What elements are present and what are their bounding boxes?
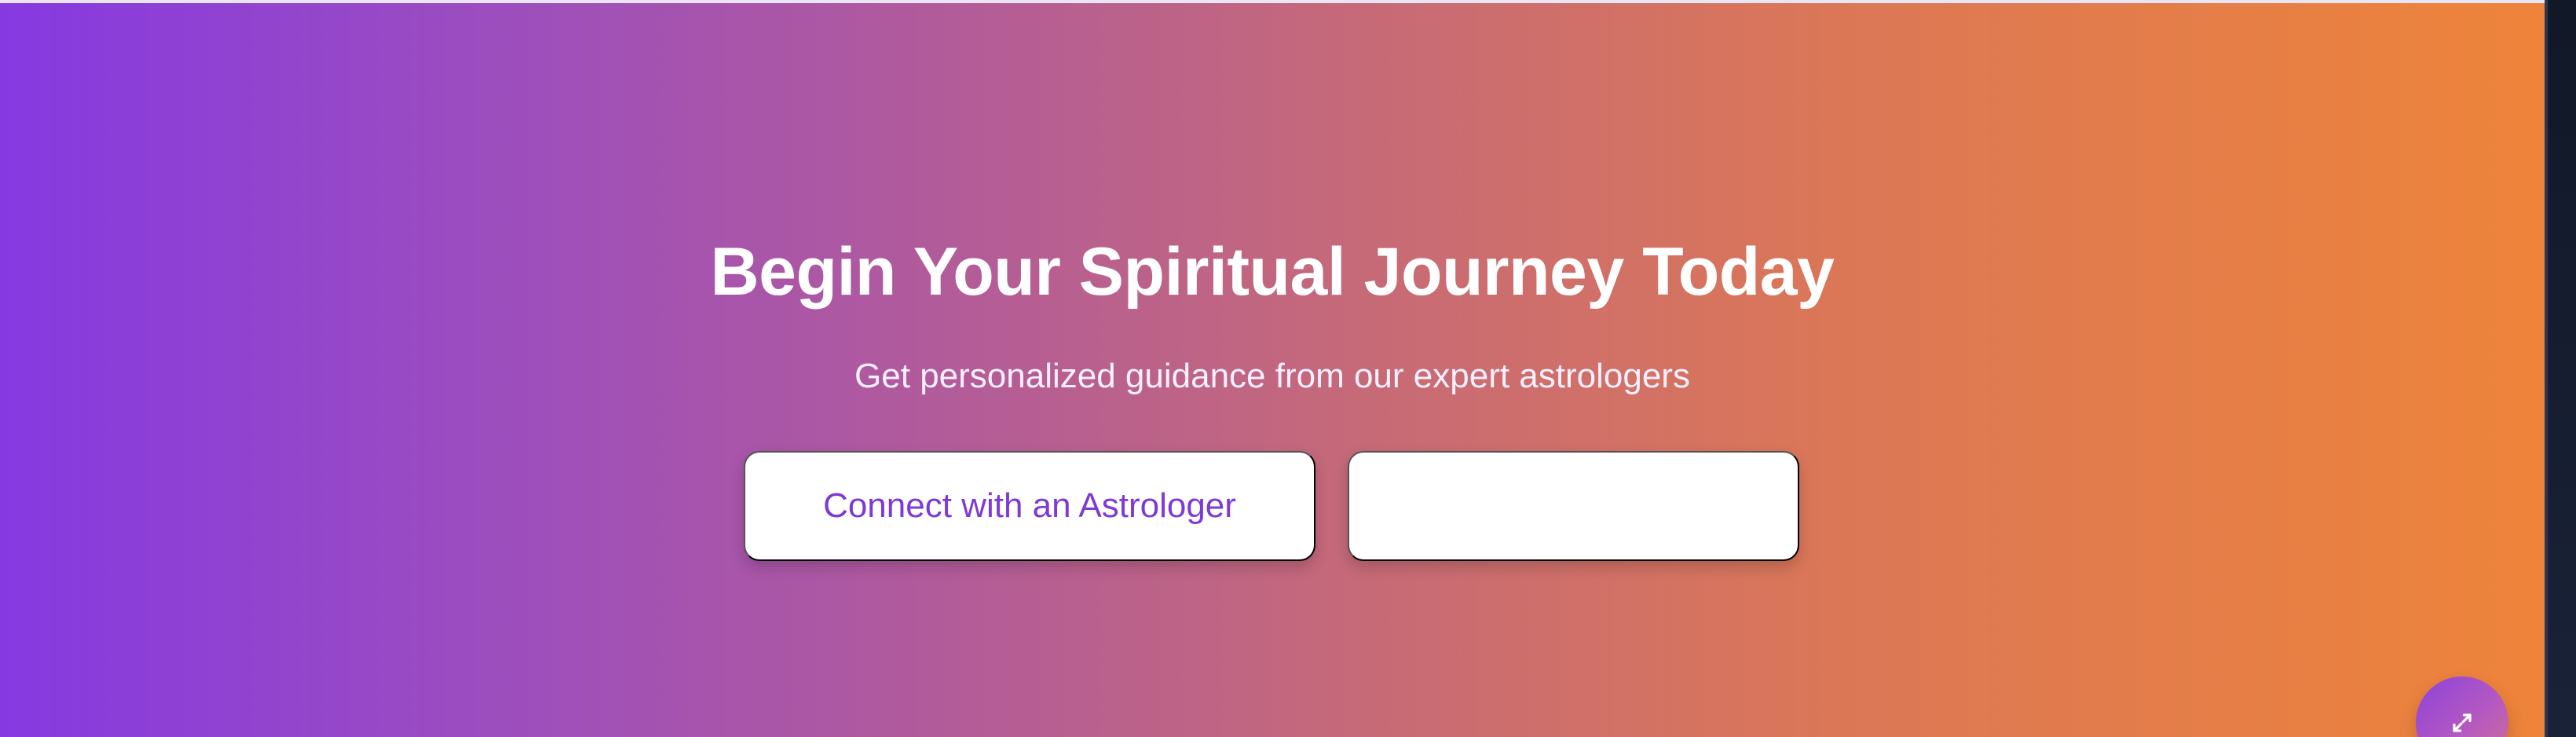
connect-astrologer-label: Connect with an Astrologer	[823, 486, 1236, 525]
expand-button[interactable]	[2416, 676, 2508, 737]
expand-icon	[2453, 713, 2472, 732]
hero-section: Begin Your Spiritual Journey Today Get p…	[0, 3, 2545, 737]
hero-subtitle: Get personalized guidance from our exper…	[854, 357, 1690, 395]
hero-headline: Begin Your Spiritual Journey Today	[710, 233, 1835, 310]
connect-astrologer-button[interactable]: Connect with an Astrologer	[744, 451, 1315, 561]
secondary-action-button[interactable]	[1348, 451, 1799, 561]
right-side-strip	[2545, 0, 2576, 737]
